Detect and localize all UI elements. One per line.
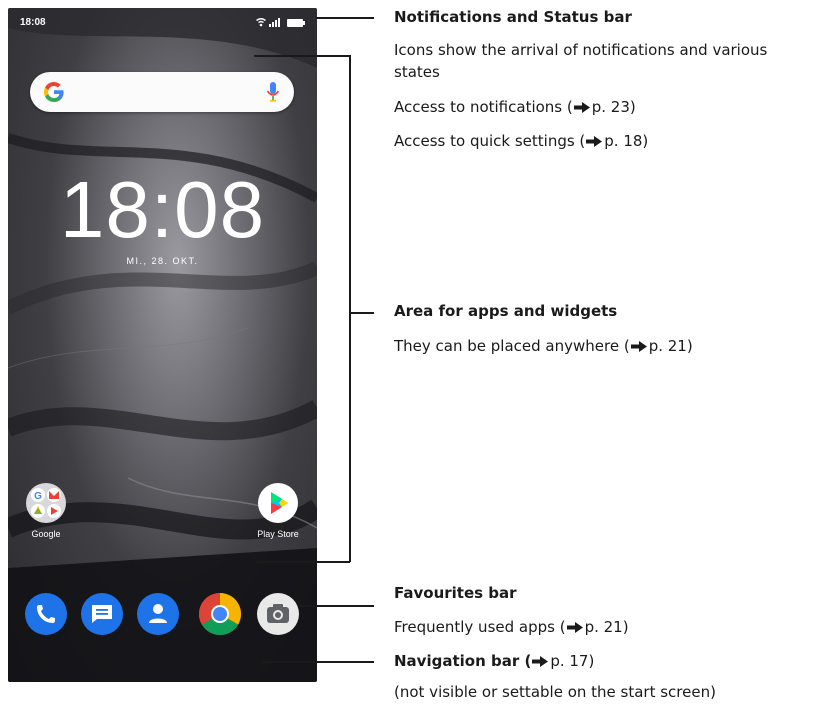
chrome-icon	[198, 593, 242, 636]
fav-contacts[interactable]	[136, 592, 180, 636]
pointer-favourites-line	[300, 605, 374, 607]
arrow-right-icon	[573, 102, 590, 113]
svg-text:G: G	[34, 491, 42, 502]
bracket-apps-top	[254, 55, 350, 57]
google-g-icon	[44, 82, 64, 102]
app-google-folder[interactable]: G Google	[16, 482, 76, 539]
messages-icon	[81, 593, 123, 635]
status-time: 18:08	[20, 17, 46, 28]
status-bar[interactable]: 18:08	[8, 8, 317, 36]
google-search-bar[interactable]	[30, 72, 294, 112]
phone-screen: 18:08 18:08 MI., 28. OKT. G Google Play …	[8, 8, 317, 682]
desc-access-notifications: Access to notifications ( p. 23)	[394, 97, 636, 118]
desc-status-line2: states	[394, 63, 440, 81]
heading-navigation-bar: Navigation bar ( p. 17)	[394, 652, 594, 670]
bracket-apps-pointer	[349, 312, 374, 314]
battery-icon	[287, 19, 305, 27]
pointer-status-line	[316, 17, 374, 19]
pointer-navigation-line	[262, 661, 374, 663]
favourites-text: Frequently used apps (	[394, 618, 566, 636]
apps-area-page: p. 21)	[648, 337, 693, 355]
arrow-right-icon	[630, 341, 647, 352]
status-icons	[256, 18, 305, 27]
app-label-google: Google	[31, 529, 61, 539]
camera-icon	[257, 593, 299, 635]
contacts-icon	[137, 593, 179, 635]
heading-favourites-bar: Favourites bar	[394, 584, 517, 602]
bracket-apps-bottom	[254, 561, 350, 563]
app-play-store[interactable]: Play Store	[248, 482, 308, 539]
navigation-bar[interactable]	[8, 648, 317, 682]
arrow-right-icon	[532, 656, 549, 667]
navigation-heading-page: p. 17)	[550, 652, 595, 670]
signal-icon	[269, 18, 280, 27]
desc-apps-area: They can be placed anywhere ( p. 21)	[394, 336, 693, 357]
apps-area-text: They can be placed anywhere (	[394, 337, 630, 355]
access-notifications-page: p. 23)	[591, 98, 636, 116]
desc-favourites: Frequently used apps ( p. 21)	[394, 617, 629, 638]
desc-navigation: (not visible or settable on the start sc…	[394, 683, 716, 701]
fav-chrome[interactable]	[198, 592, 242, 636]
access-notifications-text: Access to notifications (	[394, 98, 573, 116]
date-label[interactable]: MI., 28. OKT.	[8, 256, 317, 266]
clock-widget[interactable]: 18:08	[8, 168, 317, 252]
arrow-right-icon	[586, 136, 603, 147]
bracket-apps-vertical	[349, 55, 351, 562]
arrow-right-icon	[566, 622, 583, 633]
desc-access-quick-settings: Access to quick settings ( p. 18)	[394, 131, 648, 152]
access-quick-text: Access to quick settings (	[394, 132, 586, 150]
heading-status-bar: Notifications and Status bar	[394, 8, 632, 26]
favourites-page: p. 21)	[584, 618, 629, 636]
heading-apps-area: Area for apps and widgets	[394, 302, 618, 320]
fav-phone[interactable]	[24, 592, 68, 636]
phone-icon	[25, 593, 67, 635]
app-label-play-store: Play Store	[257, 529, 299, 539]
play-store-icon	[258, 483, 298, 523]
google-folder-icon: G	[26, 483, 66, 523]
microphone-icon[interactable]	[266, 81, 280, 103]
wifi-icon	[256, 18, 266, 27]
desc-status-line1: Icons show the arrival of notifications …	[394, 41, 768, 59]
navigation-heading-text: Navigation bar (	[394, 652, 532, 670]
fav-messages[interactable]	[80, 592, 124, 636]
access-quick-page: p. 18)	[604, 132, 649, 150]
fav-camera[interactable]	[256, 592, 300, 636]
